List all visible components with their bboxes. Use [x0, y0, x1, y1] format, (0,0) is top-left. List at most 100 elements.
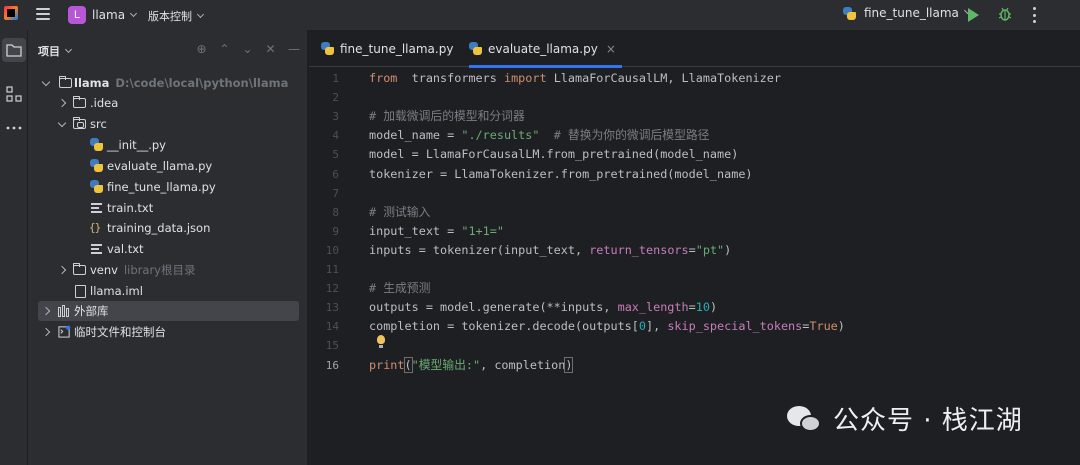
code-line: outputs = model.generate(**inputs, max_l…	[369, 298, 717, 317]
tree-row-evaluate-llama[interactable]: evaluate_llama.py	[28, 156, 308, 176]
code-token: return_tensors	[589, 243, 689, 257]
tree-label: evaluate_llama.py	[107, 159, 213, 173]
expand-all-icon[interactable]: ⌃	[219, 42, 230, 56]
code-token: completion = tokenizer.decode(outputs[	[369, 319, 639, 333]
run-icon[interactable]	[968, 8, 979, 22]
hide-icon[interactable]: —	[288, 42, 300, 56]
tree-row-idea[interactable]: .idea	[28, 93, 308, 113]
line-number: 1	[332, 72, 339, 85]
tree-label: venv	[90, 263, 118, 277]
code-token: 10	[695, 300, 710, 314]
source-folder-icon	[73, 117, 86, 129]
tree-label: __init__.py	[107, 138, 166, 152]
editor-tabs: fine_tune_llama.py evaluate_llama.py ×	[309, 30, 1080, 68]
line-number: 14	[325, 320, 339, 333]
code-line: # 加载微调后的模型和分词器	[369, 107, 525, 126]
project-panel: 项目 ⊕ ⌃ ⌄ ✕ — llama D:\code\local\python\l…	[28, 30, 308, 465]
tree-row-scratches[interactable]: 临时文件和控制台	[28, 322, 308, 342]
code-token: skip_special_tokens	[667, 319, 803, 333]
code-token: 0	[638, 319, 646, 333]
tree-row-llama[interactable]: llama D:\code\local\python\llama	[28, 73, 308, 93]
code-token: =	[688, 243, 696, 257]
tab-fine-tune-llama[interactable]: fine_tune_llama.py	[321, 30, 453, 67]
tree-row-venv[interactable]: venv library根目录	[28, 260, 308, 280]
collapse-all-icon[interactable]: ⌄	[242, 42, 253, 56]
tree-row-val-txt[interactable]: val.txt	[28, 239, 308, 259]
module-file-icon	[75, 285, 86, 298]
project-badge[interactable]: L	[68, 6, 86, 24]
tree-hint: library根目录	[123, 263, 196, 277]
python-file-icon	[90, 159, 103, 172]
code-token: )	[709, 300, 718, 314]
code-token: max_length	[617, 300, 689, 314]
main-menu-icon[interactable]	[36, 8, 50, 20]
tree-row-train-txt[interactable]: train.txt	[28, 198, 308, 218]
close-icon[interactable]: ✕	[265, 42, 276, 56]
tree-row-llama-iml[interactable]: llama.iml	[28, 281, 308, 301]
code-token: True	[809, 319, 838, 333]
tree-row-training-data-json[interactable]: {} training_data.json	[28, 218, 308, 238]
project-tool-button[interactable]	[2, 38, 26, 62]
project-selector[interactable]: llama	[92, 8, 138, 22]
debug-icon[interactable]	[998, 6, 1012, 22]
title-bar: L llama 版本控制 fine_tune_llama	[0, 0, 1080, 30]
vcs-menu[interactable]: 版本控制	[148, 8, 205, 24]
expand-arrow-icon[interactable]	[41, 327, 51, 337]
tree-label: val.txt	[107, 242, 144, 256]
code-token: )	[837, 319, 845, 333]
tab-evaluate-llama[interactable]: evaluate_llama.py ×	[469, 30, 622, 68]
structure-tool-button[interactable]	[2, 82, 26, 106]
code-token: "pt"	[695, 243, 725, 257]
code-line: inputs = tokenizer(input_text, return_te…	[369, 241, 731, 260]
python-file-icon	[321, 42, 334, 55]
intention-bulb-icon[interactable]	[376, 335, 386, 349]
line-number: 8	[332, 206, 339, 219]
vcs-label: 版本控制	[148, 10, 192, 23]
tree-row-external-libraries[interactable]: 外部库	[38, 301, 299, 321]
tree-label: llama.iml	[90, 284, 143, 298]
tree-label: src	[90, 117, 107, 131]
line-number: 7	[332, 187, 339, 200]
folder-icon	[6, 44, 22, 57]
more-tools-button[interactable]	[2, 116, 26, 140]
code-token: import	[503, 71, 547, 85]
code-line: from transformers import LlamaForCausalL…	[369, 69, 781, 88]
more-options-icon[interactable]	[1033, 7, 1037, 23]
code-token: )	[724, 243, 732, 257]
line-number: 11	[325, 263, 339, 276]
code-token: model_name =	[369, 128, 462, 142]
tree-label: llama	[74, 76, 110, 90]
tree-row-fine-tune-llama[interactable]: fine_tune_llama.py	[28, 177, 308, 197]
project-view-selector[interactable]: 项目	[38, 43, 73, 59]
line-number: 15	[325, 339, 339, 352]
pycharm-logo-icon	[4, 6, 18, 20]
tree-row-init-py[interactable]: __init__.py	[28, 135, 308, 155]
expand-arrow-icon[interactable]	[57, 98, 67, 108]
expand-arrow-icon[interactable]	[41, 306, 51, 316]
structure-icon	[6, 86, 22, 102]
panel-title: 项目	[38, 45, 60, 58]
code-token: from	[369, 71, 398, 85]
code-token: model = LlamaForCausalLM.from_pretrained…	[369, 147, 739, 161]
close-tab-icon[interactable]: ×	[606, 42, 616, 56]
expand-arrow-icon[interactable]	[41, 77, 51, 86]
code-token: inputs = tokenizer(input_text,	[369, 243, 590, 257]
line-number: 6	[332, 168, 339, 181]
locate-icon[interactable]: ⊕	[196, 42, 207, 56]
code-token: ],	[646, 319, 668, 333]
chevron-down-icon	[196, 10, 205, 19]
code-line: # 测试输入	[369, 203, 430, 222]
tree-label: training_data.json	[107, 221, 211, 235]
tree-label: 外部库	[74, 304, 109, 318]
run-config-selector[interactable]: fine_tune_llama	[843, 6, 971, 20]
python-file-icon	[90, 180, 103, 193]
code-token: input_text =	[369, 224, 462, 238]
line-number: 13	[325, 301, 339, 314]
tree-row-src[interactable]: src	[28, 114, 308, 134]
expand-arrow-icon[interactable]	[57, 265, 67, 275]
folder-icon	[59, 76, 72, 88]
python-icon	[843, 6, 856, 20]
tab-label: evaluate_llama.py	[488, 41, 598, 56]
expand-arrow-icon[interactable]	[57, 118, 67, 127]
run-config-label: fine_tune_llama	[864, 6, 959, 20]
